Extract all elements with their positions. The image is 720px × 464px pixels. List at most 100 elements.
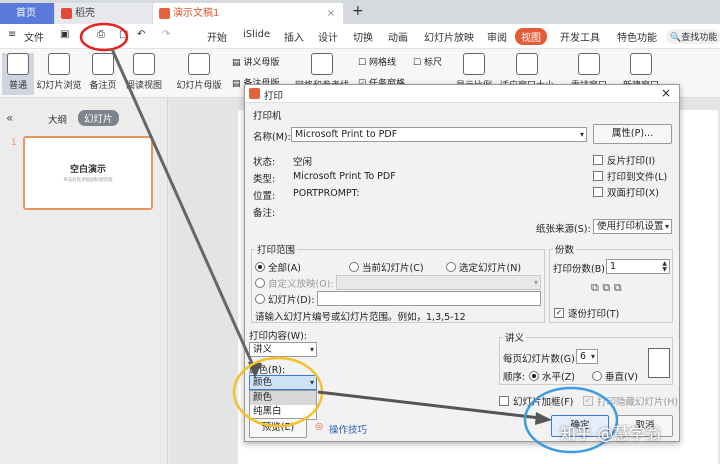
chevron-down-icon: ▾ — [579, 130, 584, 139]
notes-master-icon: ▤ — [232, 79, 244, 89]
notes-page-button[interactable]: 备注页 — [86, 53, 120, 91]
menu-item-3[interactable]: 设计 — [318, 29, 338, 44]
close-tab-icon[interactable]: × — [327, 3, 335, 24]
slide-sorter-button[interactable]: 幻灯片浏览 — [34, 53, 84, 91]
menu-item-4[interactable]: 切换 — [353, 29, 373, 44]
comment-label: 备注: — [253, 208, 276, 219]
print-preview-icon[interactable]: ▢ — [119, 29, 128, 40]
normal-view-icon — [7, 53, 29, 75]
frame-slides-label: 幻灯片加框(F) — [513, 397, 574, 408]
printer-name-label: 名称(M): — [253, 132, 291, 143]
print-icon[interactable]: ⎙ — [97, 29, 105, 40]
custom-show-select[interactable]: ▾ — [336, 275, 541, 290]
tab-presentation[interactable]: 演示文稿1 × — [153, 3, 343, 24]
menu-item-5[interactable]: 动画 — [388, 29, 408, 44]
duplex-checkbox[interactable] — [593, 187, 603, 197]
menu-file[interactable]: 文件 — [24, 29, 44, 44]
vertical-radio[interactable] — [592, 371, 602, 381]
type-label: 类型: — [253, 174, 276, 185]
copies-label: 打印份数(B): — [553, 264, 609, 275]
paper-source-label: 纸张来源(S): — [536, 224, 591, 235]
range-current-radio[interactable] — [349, 262, 359, 272]
color-select[interactable]: 颜色 ▾ — [249, 375, 317, 390]
slide-sorter-icon — [48, 53, 70, 75]
tab-docer[interactable]: 稻壳 — [55, 3, 152, 24]
reverse-print-checkbox[interactable] — [593, 155, 603, 165]
stepper-arrows-icon[interactable]: ▲ ▼ — [662, 261, 667, 273]
properties-button[interactable]: 属性(P)... — [593, 124, 672, 144]
new-tab-button[interactable]: + — [352, 1, 364, 22]
color-option-bw[interactable]: 纯黑白 — [250, 405, 316, 419]
horizontal-label: 水平(Z) — [542, 372, 575, 383]
range-selection-radio[interactable] — [446, 262, 456, 272]
frame-slides-checkbox[interactable] — [499, 396, 509, 406]
menu-item-view[interactable]: 视图 — [515, 28, 547, 45]
tips-link[interactable]: 操作技巧 — [329, 422, 367, 436]
range-all-label: 全部(A) — [268, 263, 301, 274]
menu-item-10[interactable]: 特色功能 — [617, 29, 657, 44]
range-all-radio[interactable] — [255, 262, 265, 272]
undo-icon[interactable]: ↶ — [137, 29, 145, 40]
reading-view-icon — [133, 53, 155, 75]
menu-item-1[interactable]: iSlide — [243, 29, 270, 40]
ruler-checkbox-icon: ☐ — [413, 58, 424, 68]
slides-range-input[interactable] — [317, 291, 541, 306]
slides-tab[interactable]: 幻灯片 — [78, 110, 119, 126]
range-selection-label: 选定幻灯片(N) — [459, 263, 522, 274]
collate-checkbox[interactable]: ✓ — [554, 308, 564, 318]
type-value: Microsoft Print To PDF — [293, 171, 396, 182]
slide-thumbnail[interactable]: 空白演示 单击此处添加副标题内容 — [23, 136, 153, 210]
redo-icon[interactable]: ↷ — [162, 29, 170, 40]
horizontal-radio[interactable] — [529, 371, 539, 381]
reading-view-button[interactable]: 阅读视图 — [122, 53, 166, 91]
print-content-value: 讲义 — [253, 344, 273, 355]
gridlines-checkbox[interactable]: ☐ 网格线 — [358, 55, 396, 68]
search-box[interactable]: 🔍查找功能 — [666, 29, 720, 44]
slide-master-button[interactable]: 幻灯片母版 — [172, 53, 226, 91]
paper-source-select[interactable]: 使用打印机设置 ▾ — [593, 219, 672, 234]
menu-item-6[interactable]: 幻灯片放映 — [424, 29, 474, 44]
color-option-color[interactable]: 颜色 — [250, 391, 316, 405]
close-icon[interactable]: × — [661, 86, 671, 100]
custom-show-radio[interactable] — [255, 278, 265, 288]
notes-page-label: 备注页 — [89, 81, 117, 91]
handout-master-icon: ▤ — [232, 58, 244, 68]
normal-view-button[interactable]: 普通 — [2, 53, 34, 95]
watermark: 知乎 @慧学翁 — [560, 424, 662, 443]
print-content-select[interactable]: 讲义 ▾ — [249, 342, 317, 357]
handout-master-button[interactable]: ▤ 讲义母版 — [232, 55, 279, 68]
print-hidden-checkbox[interactable]: ✓ — [583, 396, 593, 406]
copies-value: 1 — [610, 261, 617, 272]
printer-name-value: Microsoft Print to PDF — [295, 129, 398, 140]
menu-item-0[interactable]: 开始 — [207, 29, 227, 44]
collapse-pane-icon[interactable]: « — [6, 111, 13, 125]
menu-item-7[interactable]: 审阅 — [487, 29, 507, 44]
grid-guides-icon — [311, 53, 333, 75]
menu-item-9[interactable]: 开发工具 — [560, 29, 600, 44]
print-to-file-checkbox[interactable] — [593, 171, 603, 181]
presentation-icon — [159, 8, 170, 19]
copies-stepper[interactable]: 1 ▲ ▼ — [606, 259, 670, 274]
printer-section-title: 打印机 — [253, 111, 282, 122]
preview-button[interactable]: 预览(E) — [249, 418, 307, 438]
printer-name-select[interactable]: Microsoft Print to PDF ▾ — [291, 127, 587, 142]
duplex-label: 双面打印(X) — [607, 188, 659, 199]
save-icon[interactable]: ▣ — [60, 29, 69, 40]
tab-presentation-label: 演示文稿1 — [173, 8, 220, 19]
slide-master-label: 幻灯片母版 — [176, 81, 222, 91]
outline-tab[interactable]: 大纲 — [48, 112, 67, 126]
tab-bar: 首页 稻壳 演示文稿1 × + — [0, 0, 720, 24]
ruler-checkbox[interactable]: ☐ 标尺 — [413, 55, 442, 68]
tab-home[interactable]: 首页 — [0, 3, 54, 24]
reverse-print-label: 反片打印(I) — [607, 156, 656, 167]
thumb-subtitle: 单击此处添加副标题内容 — [63, 178, 113, 183]
slides-radio[interactable] — [255, 294, 265, 304]
per-page-select[interactable]: 6 ▾ — [576, 349, 598, 364]
tips-icon: ◎ — [315, 421, 324, 432]
copies-section-title: 份数 — [553, 242, 577, 256]
print-dialog: 打印 × 打印机 名称(M): Microsoft Print to PDF ▾ … — [244, 84, 680, 442]
hamburger-icon[interactable]: ≡ — [8, 29, 16, 40]
print-content-label: 打印内容(W): — [249, 331, 308, 342]
menu-item-2[interactable]: 插入 — [284, 29, 304, 44]
where-value: PORTPROMPT: — [293, 188, 360, 199]
